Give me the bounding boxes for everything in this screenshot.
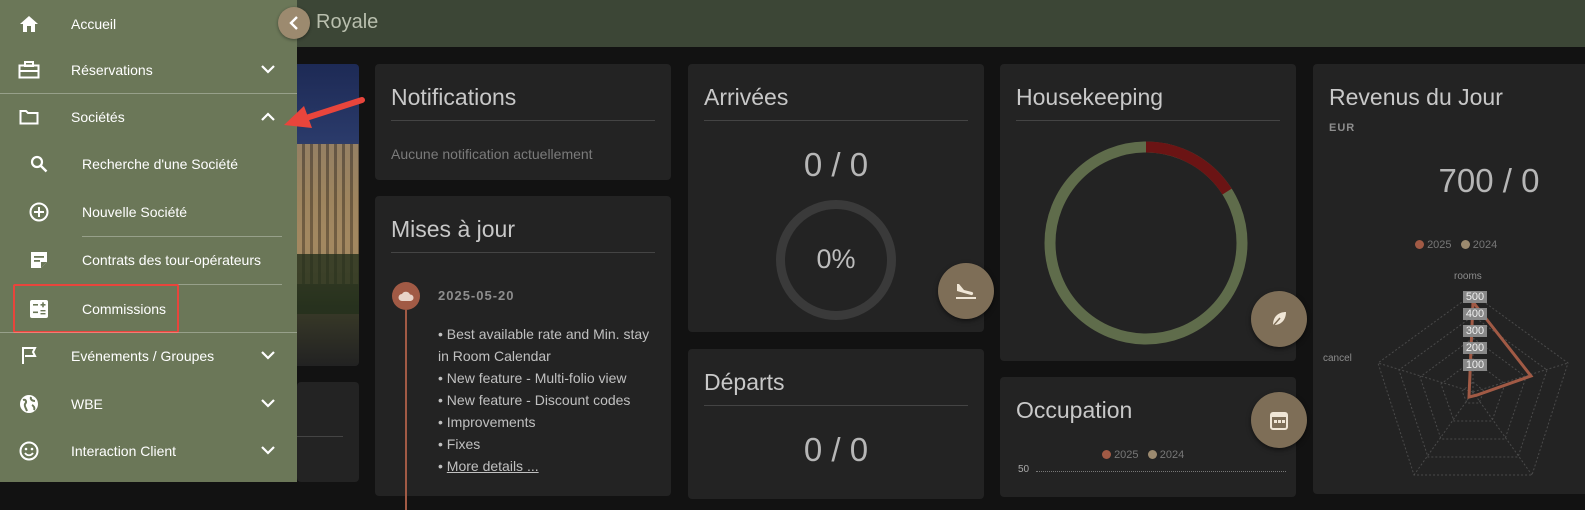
radar-tick: 400 (1463, 308, 1487, 320)
sidebar-nav: Accueil Réservations Sociétés Recherche … (0, 0, 297, 482)
arrivals-title: Arrivées (704, 84, 789, 110)
sidebar-item-nouvelle-societe[interactable]: Nouvelle Société (0, 188, 297, 235)
radar-tick: 500 (1463, 291, 1487, 303)
update-item: • Best available rate and Min. stay (438, 326, 650, 342)
revenue-value: 700 / 0 (1438, 162, 1540, 199)
partial-card (297, 382, 359, 482)
departures-card: Départs 0 / 0 (688, 349, 984, 499)
sidebar-item-reservations[interactable]: Réservations (0, 46, 297, 93)
revenue-currency: EUR (1329, 122, 1356, 134)
sidebar-item-label: Nouvelle Société (82, 203, 188, 220)
timeline-line (405, 310, 407, 510)
sidebar-item-label: Recherche d'une Société (82, 155, 238, 172)
arrivals-count: 0 / 0 (803, 146, 869, 183)
housekeeping-title: Housekeeping (1016, 84, 1164, 110)
update-date: 2025-05-20 (438, 288, 515, 303)
sidebar-item-label: Sociétés (71, 108, 125, 125)
sidebar-item-wbe[interactable]: WBE (0, 380, 297, 427)
update-item-more: • More details ... (438, 455, 668, 477)
chevron-down-icon (260, 348, 276, 364)
radar-axis-cancel: cancel (1323, 353, 1352, 364)
update-item: • New feature - Discount codes (438, 392, 631, 408)
arrivals-button[interactable] (938, 263, 994, 319)
update-item: • Fixes (438, 436, 481, 452)
sidebar-item-contrats-to[interactable]: Contrats des tour-opérateurs (0, 236, 297, 283)
departures-title: Départs (704, 369, 785, 395)
sidebar-item-accueil[interactable]: Accueil (0, 0, 297, 47)
bullet: • (438, 458, 443, 474)
update-item: in Room Calendar (438, 348, 551, 364)
cloud-icon (392, 282, 420, 310)
sidebar-item-label: Evénements / Groupes (71, 347, 215, 364)
update-item: • New feature - Multi-folio view (438, 370, 627, 386)
update-item: • Improvements (438, 414, 536, 430)
flag-icon (18, 345, 40, 367)
leaf-icon (1272, 312, 1286, 327)
home-icon (18, 13, 40, 35)
note-edit-icon (28, 249, 50, 271)
legend-2024: 2024 (1159, 449, 1185, 461)
chevron-down-icon (260, 443, 276, 459)
add-circle-icon (28, 201, 50, 223)
radar-tick: 300 (1463, 325, 1487, 337)
update-list: • Best available rate and Min. stay in R… (438, 323, 668, 477)
notifications-title: Notifications (391, 84, 517, 110)
sidebar-item-societes[interactable]: Sociétés (0, 93, 297, 140)
occupation-y-tick: 50 (1018, 464, 1030, 475)
occupation-button[interactable] (1251, 392, 1307, 448)
sidebar-item-label: Contrats des tour-opérateurs (82, 251, 261, 268)
sidebar-item-label: Interaction Client (71, 442, 177, 459)
occupation-title: Occupation (1016, 397, 1133, 423)
updates-title: Mises à jour (391, 216, 515, 242)
chevron-down-icon (260, 62, 276, 78)
revenue-legend: 2025 2024 (1415, 239, 1497, 251)
housekeeping-donut (1044, 141, 1248, 345)
notifications-empty-text: Aucune notification actuellement (391, 146, 593, 162)
chevron-down-icon (260, 396, 276, 412)
collapse-sidebar-button[interactable] (278, 7, 310, 39)
chevron-up-icon (260, 109, 276, 125)
flight-land-icon (956, 284, 976, 299)
notifications-card: Notifications Aucune notification actuel… (375, 64, 671, 180)
legend-2025: 2025 (1114, 449, 1139, 461)
revenue-title: Revenus du Jour (1329, 84, 1503, 110)
smiley-icon (18, 440, 40, 462)
occupation-legend: 2025 2024 (1102, 449, 1184, 461)
annotation-arrow-icon (284, 97, 365, 128)
sidebar-item-interaction-client[interactable]: Interaction Client (0, 427, 297, 474)
radar-tick: 200 (1463, 342, 1487, 354)
highlight-annotation (13, 284, 179, 333)
occupation-card: Occupation 2025 2024 50 (1000, 377, 1296, 497)
radar-tick: 100 (1463, 359, 1487, 371)
radar-axis-rooms: rooms (1454, 271, 1482, 282)
more-details-link[interactable]: More details ... (447, 458, 539, 474)
app-title: Royale (316, 11, 379, 33)
search-icon (28, 153, 50, 175)
housekeeping-button[interactable] (1251, 291, 1307, 347)
legend-2024: 2024 (1472, 239, 1498, 251)
radar-ticks: 500 400 300 200 100 (1463, 291, 1487, 371)
briefcase-icon (18, 59, 40, 81)
calendar-icon (1270, 412, 1288, 430)
globe-icon (18, 393, 40, 415)
sidebar-item-recherche-societe[interactable]: Recherche d'une Société (0, 140, 297, 187)
updates-card: Mises à jour 2025-05-20 • Best available… (375, 196, 671, 510)
departures-count: 0 / 0 (803, 431, 869, 468)
arrivals-percent: 0% (816, 244, 856, 274)
legend-2025: 2025 (1427, 239, 1452, 251)
revenue-card: Revenus du Jour EUR 700 / 0 2025 2024 ro… (1313, 64, 1585, 494)
sidebar-item-label: Réservations (71, 61, 153, 78)
sidebar-item-label: WBE (71, 395, 103, 412)
folder-icon (18, 106, 40, 128)
sidebar-item-evenements-groupes[interactable]: Evénements / Groupes (0, 332, 297, 379)
chevron-left-icon (289, 16, 298, 30)
sidebar-item-label: Accueil (71, 15, 117, 32)
